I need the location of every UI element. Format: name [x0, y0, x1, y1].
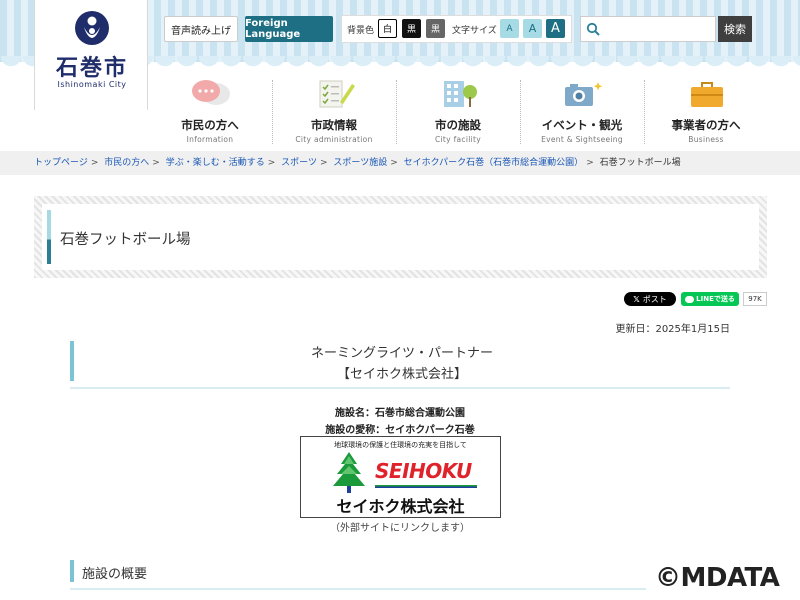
line-share-button[interactable]: LINEで送る	[681, 292, 739, 306]
font-size-label: 文字サイズ	[452, 26, 497, 36]
camera-icon	[565, 82, 603, 106]
city-name-en: Ishinomaki City	[57, 80, 127, 89]
line-share-label: LINEで送る	[696, 295, 735, 303]
watermark: ©MDATA	[655, 563, 780, 593]
updated-date: 更新日：2025年1月15日	[615, 324, 730, 335]
display-options: 背景色 白 黒 黒 文字サイズ A A A	[341, 15, 572, 43]
bg-black-button[interactable]: 黒	[402, 19, 421, 38]
nav-business[interactable]: 事業者の方へ Business	[644, 76, 768, 148]
section-heading-rule	[70, 588, 646, 590]
naming-rights-heading: ネーミングライツ・パートナー	[310, 346, 493, 361]
page-title-box: 石巻フットボール場	[42, 204, 759, 270]
nav-label: 市の施設	[435, 118, 481, 132]
page-title: 石巻フットボール場	[60, 232, 191, 248]
nav-label: 市政情報	[311, 118, 357, 132]
nav-label: 市民の方へ	[181, 118, 239, 132]
breadcrumb-link[interactable]: スポーツ施設	[333, 158, 387, 168]
breadcrumb-link[interactable]: セイホクパーク石巻（石巻市総合運動公園）	[404, 158, 584, 168]
external-link-note: （外部サイトにリンクします）	[330, 523, 470, 534]
banner-brand-stripe	[375, 485, 477, 488]
nav-citizens[interactable]: 市民の方へ Information	[148, 76, 272, 148]
nav-sub-label: Business	[688, 135, 724, 144]
share-count: 97K	[743, 292, 767, 306]
search-button[interactable]: 検索	[718, 16, 752, 42]
banner-tagline: 地球環境の保護と住環境の充実を目指して	[334, 441, 467, 449]
nav-sub-label: City facility	[435, 135, 481, 144]
city-logo-link[interactable]: 石巻市 Ishinomaki City	[34, 0, 148, 110]
tree-logo-icon	[333, 452, 365, 493]
city-name: 石巻市	[55, 56, 128, 81]
nav-sub-label: City administration	[295, 135, 373, 144]
nav-sub-label: Information	[186, 135, 234, 144]
facility-overview-heading: 施設の概要	[82, 567, 148, 582]
breadcrumb-link[interactable]: スポーツ	[281, 158, 317, 168]
nav-facilities[interactable]: 市の施設 City facility	[396, 76, 520, 148]
foreign-language-button[interactable]: Foreign Language	[245, 16, 333, 42]
breadcrumb-link[interactable]: 市民の方へ	[104, 158, 149, 168]
bg-color-label: 背景色	[347, 26, 375, 36]
search-input[interactable]	[580, 16, 716, 42]
breadcrumb-separator: >	[319, 158, 328, 168]
bg-gray-button[interactable]: 黒	[426, 19, 445, 38]
breadcrumb-separator: >	[267, 158, 276, 168]
building-tree-icon	[444, 81, 477, 107]
font-size-medium-button[interactable]: A	[523, 19, 542, 38]
breadcrumb-separator: >	[152, 158, 160, 168]
banner-brand-logo: SEIHOKU	[375, 459, 472, 483]
banner-company-name: セイホク株式会社	[336, 497, 465, 516]
x-post-button[interactable]: 𝕏 ポスト	[624, 292, 676, 306]
speech-bubbles-icon	[192, 80, 230, 105]
breadcrumb-separator: >	[390, 158, 398, 168]
breadcrumb-link[interactable]: 学ぶ・楽しむ・活動する	[166, 158, 265, 168]
x-post-label: ポスト	[642, 294, 667, 304]
breadcrumb-current: 石巻フットボール場	[599, 158, 681, 168]
seihoku-banner-link[interactable]: 地球環境の保護と住環境の充実を目指して SEIHOKU セイホク株式会社	[300, 436, 501, 518]
section-heading-rule	[70, 387, 730, 389]
search-icon	[586, 22, 600, 36]
facility-nickname: 施設の愛称：セイホクパーク石巻	[325, 425, 475, 436]
breadcrumb-separator: >	[90, 158, 99, 168]
naming-rights-partner: 【セイホク株式会社】	[336, 367, 467, 382]
briefcase-icon	[691, 82, 723, 107]
breadcrumb: トップページ > 市民の方へ > 学ぶ・楽しむ・活動する > スポーツ > スポーツ施設…	[0, 151, 800, 175]
breadcrumb-link[interactable]: トップページ	[34, 158, 88, 168]
page-root: 石巻市 Ishinomaki City 音声読み上げ Foreign Langu…	[0, 0, 800, 600]
checklist-pencil-icon	[319, 80, 355, 108]
logo-ribbon-tail	[34, 108, 148, 116]
bg-white-button[interactable]: 白	[378, 19, 397, 38]
page-title-frame: 石巻フットボール場	[34, 196, 767, 278]
x-logo-icon: 𝕏	[633, 294, 640, 304]
font-size-small-button[interactable]: A	[500, 19, 519, 38]
nav-label: イベント・観光	[541, 118, 623, 132]
nav-events[interactable]: イベント・観光 Event & Sightseeing	[520, 76, 644, 148]
city-emblem-icon	[75, 11, 109, 45]
section-heading-bar	[70, 560, 74, 582]
facility-name: 施設名：石巻市総合運動公園	[335, 408, 465, 419]
nav-label: 事業者の方へ	[671, 118, 741, 132]
voice-reader-button[interactable]: 音声読み上げ	[164, 16, 238, 42]
font-size-large-button[interactable]: A	[546, 19, 565, 38]
title-accent-bar	[47, 210, 51, 264]
nav-administration[interactable]: 市政情報 City administration	[272, 76, 396, 148]
breadcrumb-separator: >	[586, 158, 594, 168]
line-logo-icon	[685, 295, 695, 303]
nav-sub-label: Event & Sightseeing	[541, 135, 623, 144]
